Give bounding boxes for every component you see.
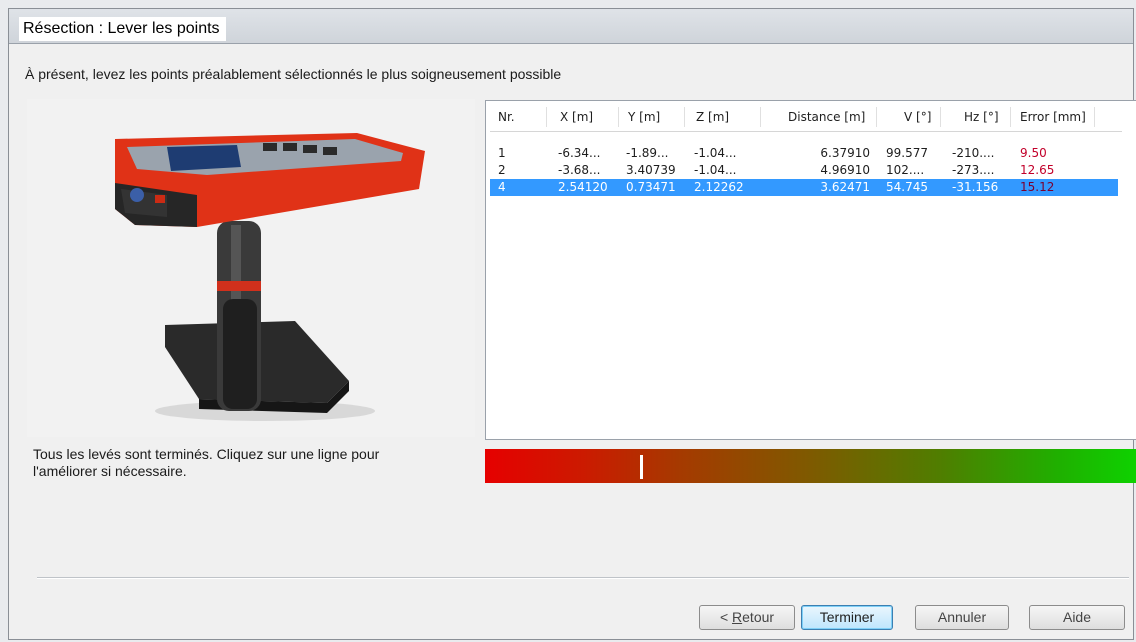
back-button-prefix: < xyxy=(719,609,733,625)
column-divider xyxy=(1094,107,1095,127)
back-button-label: etour xyxy=(742,609,775,625)
points-table[interactable]: Nr. X [m] Y [m] Z [m] Distance [m] V [°]… xyxy=(485,100,1136,440)
cell-distance: 3.62471 xyxy=(820,180,870,194)
table-row-selected[interactable]: 4 2.54120 0.73471 2.12262 3.62471 54.745… xyxy=(490,179,1118,196)
cell-x: -6.34... xyxy=(558,146,601,160)
help-button[interactable]: Aide xyxy=(1029,605,1125,630)
cell-distance: 4.96910 xyxy=(820,163,870,177)
column-header-hz[interactable]: Hz [°] xyxy=(964,110,999,124)
cancel-button[interactable]: Annuler xyxy=(915,605,1009,630)
cell-distance: 6.37910 xyxy=(820,146,870,160)
laser-distance-meter-image xyxy=(27,99,475,437)
column-divider xyxy=(876,107,877,127)
back-button[interactable]: < Retour xyxy=(699,605,795,630)
column-divider xyxy=(940,107,941,127)
cell-y: 3.40739 xyxy=(626,163,676,177)
column-divider xyxy=(760,107,761,127)
quality-marker xyxy=(640,455,644,479)
footer-divider xyxy=(37,577,1129,578)
resection-dialog: Résection : Lever les points À présent, … xyxy=(8,8,1136,640)
cell-v: 99.577 xyxy=(886,146,928,160)
status-message: Tous les levés sont terminés. Cliquez su… xyxy=(33,446,453,480)
cell-error: 9.50 xyxy=(1020,146,1047,160)
cell-y: -1.89... xyxy=(626,146,669,160)
column-divider xyxy=(618,107,619,127)
accuracy-quality-bar xyxy=(485,449,1136,483)
column-divider xyxy=(546,107,547,127)
table-header: Nr. X [m] Y [m] Z [m] Distance [m] V [°]… xyxy=(490,105,1122,132)
cell-hz: -210.... xyxy=(952,146,995,160)
cell-v: 102.... xyxy=(886,163,925,177)
cell-nr: 1 xyxy=(498,146,506,160)
cell-z: -1.04... xyxy=(694,146,737,160)
column-header-error[interactable]: Error [mm] xyxy=(1020,110,1086,124)
instruction-text: À présent, levez les points préalablemen… xyxy=(25,66,562,82)
column-divider xyxy=(1010,107,1011,127)
back-button-mnemonic: R xyxy=(732,609,743,625)
column-header-y[interactable]: Y [m] xyxy=(628,110,660,124)
cell-y: 0.73471 xyxy=(626,180,676,194)
title-bar: Résection : Lever les points xyxy=(9,9,1133,44)
cell-z: 2.12262 xyxy=(694,180,744,194)
cell-nr: 4 xyxy=(498,180,506,194)
cell-error: 12.65 xyxy=(1020,163,1055,177)
cell-hz: -273.... xyxy=(952,163,995,177)
table-row[interactable]: 2 -3.68... 3.40739 -1.04... 4.96910 102.… xyxy=(490,162,1118,179)
column-header-nr[interactable]: Nr. xyxy=(498,110,515,124)
finish-button[interactable]: Terminer xyxy=(801,605,893,630)
status-line-1: Tous les levés sont terminés. Cliquez su… xyxy=(33,446,380,462)
cell-error: 15.12 xyxy=(1020,180,1055,194)
column-divider xyxy=(684,107,685,127)
window-title: Résection : Lever les points xyxy=(19,17,226,41)
cell-z: -1.04... xyxy=(694,163,737,177)
column-header-v[interactable]: V [°] xyxy=(904,110,931,124)
cell-nr: 2 xyxy=(498,163,506,177)
cell-hz: -31.156 xyxy=(952,180,999,194)
status-line-2: l'améliorer si nécessaire. xyxy=(33,463,187,479)
column-header-x[interactable]: X [m] xyxy=(560,110,593,124)
cell-v: 54.745 xyxy=(886,180,928,194)
column-header-z[interactable]: Z [m] xyxy=(696,110,729,124)
column-header-distance[interactable]: Distance [m] xyxy=(788,110,865,124)
table-row[interactable]: 1 -6.34... -1.89... -1.04... 6.37910 99.… xyxy=(490,145,1118,162)
cell-x: 2.54120 xyxy=(558,180,608,194)
cell-x: -3.68... xyxy=(558,163,601,177)
